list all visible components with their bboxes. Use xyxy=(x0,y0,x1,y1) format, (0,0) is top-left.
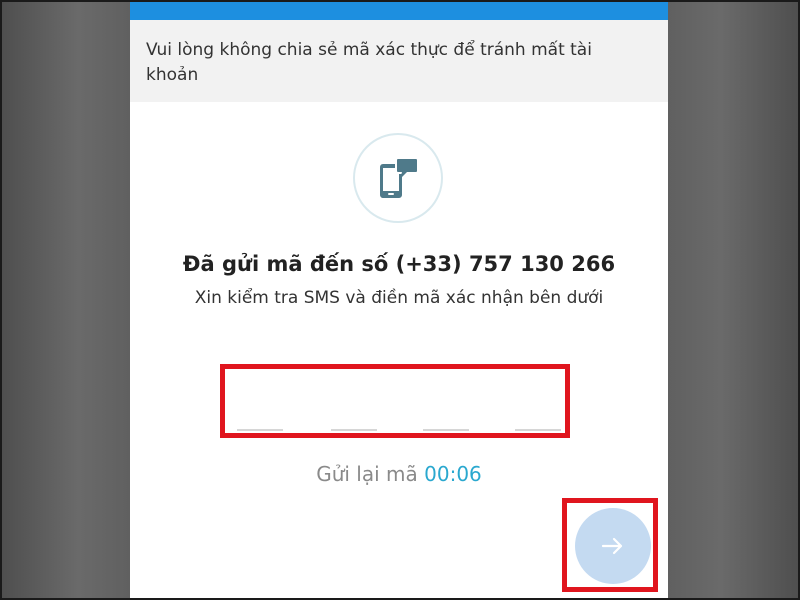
otp-input-group[interactable] xyxy=(220,364,570,438)
resend-code-link[interactable]: Gửi lại mã xyxy=(316,462,418,486)
phone-message-icon xyxy=(353,133,443,223)
background-right xyxy=(668,0,800,600)
otp-digit-2[interactable] xyxy=(331,429,377,431)
background-left xyxy=(0,0,130,600)
resend-timer: 00:06 xyxy=(424,462,482,486)
arrow-right-icon xyxy=(601,537,623,555)
app-top-bar xyxy=(130,0,668,20)
security-notice-text: Vui lòng không chia sẻ mã xác thực để tr… xyxy=(146,40,592,85)
next-button[interactable] xyxy=(575,508,651,584)
resend-code-row: Gửi lại mã 00:06 xyxy=(130,462,668,486)
phone-screen: Vui lòng không chia sẻ mã xác thực để tr… xyxy=(130,0,668,600)
sent-code-heading: Đã gửi mã đến số (+33) 757 130 266 xyxy=(182,252,616,276)
otp-digit-1[interactable] xyxy=(237,429,283,431)
otp-digit-4[interactable] xyxy=(515,429,561,431)
otp-digit-3[interactable] xyxy=(423,429,469,431)
security-notice: Vui lòng không chia sẻ mã xác thực để tr… xyxy=(130,20,668,102)
sms-instruction: Xin kiểm tra SMS và điền mã xác nhận bên… xyxy=(194,288,604,308)
